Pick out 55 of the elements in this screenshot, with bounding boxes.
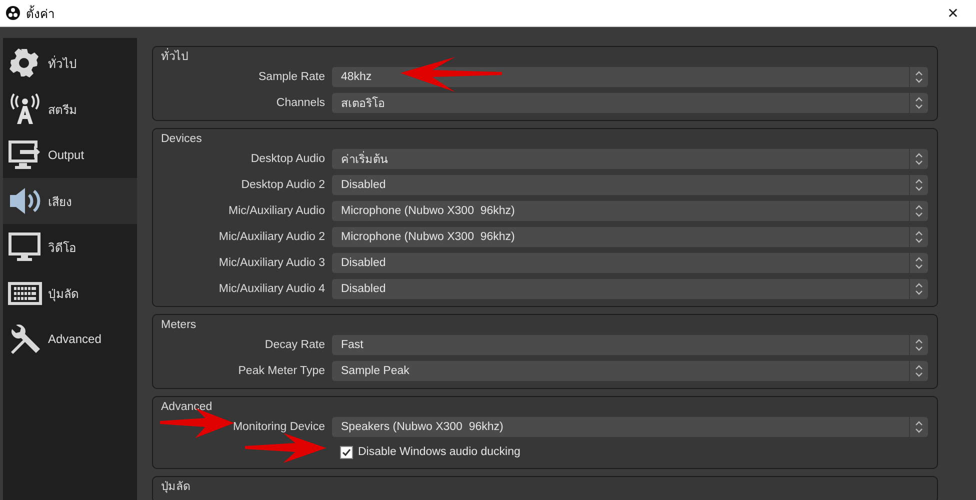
spinner-arrows-icon: [915, 257, 923, 269]
window-title: ตั้งค่า: [26, 4, 56, 22]
group-title: Meters: [161, 318, 196, 333]
antenna-icon: [8, 93, 42, 125]
sidebar-item[interactable]: Advanced: [3, 316, 137, 362]
spinner-arrows-icon: [915, 339, 923, 351]
group-title: Advanced: [161, 400, 212, 415]
monitor-arrow-icon: [8, 139, 42, 171]
field-label: Mic/Auxiliary Audio 3: [218, 257, 325, 269]
field-label: Desktop Audio 2: [241, 179, 325, 191]
dropdown[interactable]: สเตอริโอ: [332, 93, 928, 113]
field-label: Mic/Auxiliary Audio: [228, 205, 325, 217]
field-label: Channels: [276, 97, 325, 109]
gear-icon: [8, 47, 40, 79]
close-button[interactable]: ✕: [942, 4, 964, 22]
group-title: ปุ่มลัด: [161, 480, 190, 495]
monitor-icon: [8, 231, 42, 263]
sidebar-item[interactable]: Output: [3, 132, 137, 178]
group-title: Devices: [161, 132, 202, 147]
dropdown[interactable]: Disabled: [332, 175, 928, 195]
dropdown[interactable]: Disabled: [332, 279, 928, 299]
checkbox[interactable]: [340, 446, 353, 458]
sidebar-item[interactable]: วิดีโอ: [3, 224, 137, 270]
spinner-arrows-icon: [915, 365, 923, 377]
dropdown[interactable]: Microphone (Nubwo X300 96khz): [332, 201, 928, 221]
field-label: Desktop Audio: [250, 153, 325, 165]
dropdown[interactable]: Fast: [332, 335, 928, 355]
sidebar-item[interactable]: สตรีม: [3, 86, 137, 132]
dropdown[interactable]: Microphone (Nubwo X300 96khz): [332, 227, 928, 247]
field-label: Sample Rate: [258, 71, 325, 83]
field-label: Decay Rate: [264, 339, 325, 351]
dropdown[interactable]: Speakers (Nubwo X300 96khz): [332, 417, 928, 437]
field-label: Mic/Auxiliary Audio 4: [218, 283, 325, 295]
spinner-arrows-icon: [915, 71, 923, 83]
field-label: Monitoring Device: [232, 421, 325, 433]
dropdown[interactable]: ค่าเริ่มต้น: [332, 149, 928, 169]
app-icon: [6, 6, 20, 20]
sidebar-item[interactable]: เสียง: [3, 178, 137, 224]
dropdown[interactable]: Sample Peak: [332, 361, 928, 381]
dropdown[interactable]: Disabled: [332, 253, 928, 273]
group-title: ทั่วไป: [161, 49, 188, 65]
spinner-arrows-icon: [915, 283, 923, 295]
spinner-arrows-icon: [915, 97, 923, 109]
speaker-icon: [8, 185, 42, 217]
dropdown[interactable]: 48khz: [332, 67, 928, 87]
sidebar-item[interactable]: ทั่วไป: [3, 40, 137, 86]
spinner-arrows-icon: [915, 421, 923, 433]
sidebar-item[interactable]: ปุ่มลัด: [3, 270, 137, 316]
field-label: Peak Meter Type: [238, 365, 325, 377]
spinner-arrows-icon: [915, 231, 923, 243]
spinner-arrows-icon: [915, 153, 923, 165]
spinner-arrows-icon: [915, 205, 923, 217]
checkbox-label: Disable Windows audio ducking: [358, 446, 520, 458]
field-label: Mic/Auxiliary Audio 2: [218, 231, 325, 243]
spinner-arrows-icon: [915, 179, 923, 191]
